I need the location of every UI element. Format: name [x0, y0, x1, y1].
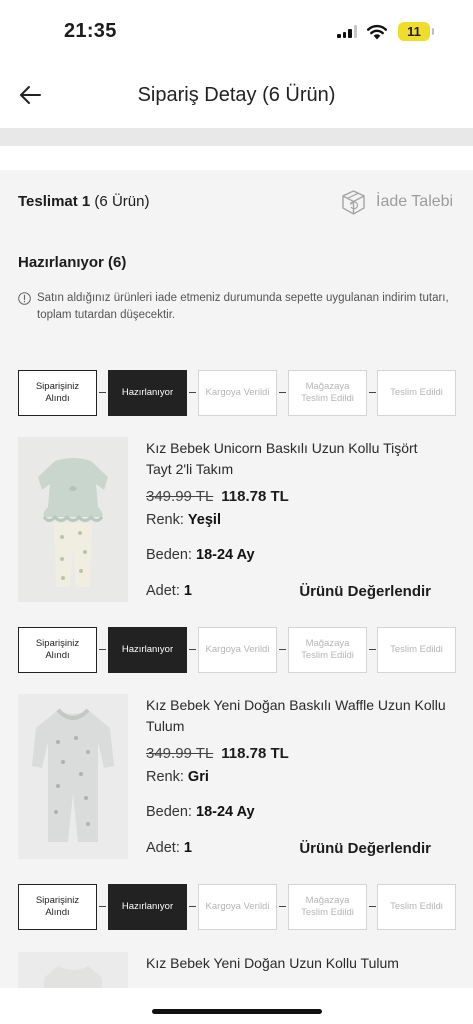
- step-connector: [189, 906, 196, 907]
- product-size: Beden: 18-24 Ay: [146, 804, 255, 820]
- product-name[interactable]: Kız Bebek Yeni Doğan Baskılı Waffle Uzun…: [146, 695, 446, 737]
- step-connector: [99, 392, 106, 393]
- info-text: Satın aldığınız ürünleri iade etmeniz du…: [37, 292, 449, 321]
- step-delivered-to-store: Mağazaya Teslim Edildi: [288, 884, 367, 930]
- step-connector: [369, 392, 376, 393]
- new-price: 118.78 TL: [221, 745, 289, 762]
- step-connector: [189, 649, 196, 650]
- divider: [0, 146, 473, 170]
- status-time: 21:35: [64, 20, 117, 42]
- page-title: Sipariş Detay (6 Ürün): [137, 84, 336, 106]
- status-bar: 21:35 11: [0, 0, 473, 62]
- header: Sipariş Detay (6 Ürün): [0, 62, 473, 128]
- review-product-button[interactable]: Ürünü Değerlendir: [299, 840, 431, 857]
- step-preparing: Hazırlanıyor: [108, 884, 187, 930]
- order-status-tracker: Siparişiniz Alındı Hazırlanıyor Kargoya …: [18, 627, 456, 673]
- return-box-icon: [342, 189, 365, 215]
- wifi-icon: [367, 24, 387, 40]
- step-order-received: Siparişiniz Alındı: [18, 884, 97, 930]
- cellular-signal-icon: [337, 25, 357, 38]
- return-request-button[interactable]: İade Talebi: [340, 187, 453, 217]
- review-product-button[interactable]: Ürünü Değerlendir: [299, 583, 431, 600]
- home-bar: [0, 988, 473, 1024]
- step-connector: [189, 392, 196, 393]
- info-icon: [18, 292, 31, 305]
- step-connector: [99, 649, 106, 650]
- old-price: 349.99 TL: [146, 745, 214, 762]
- step-preparing: Hazırlanıyor: [108, 627, 187, 673]
- order-status-tracker: Siparişiniz Alındı Hazırlanıyor Kargoya …: [18, 884, 456, 930]
- step-connector: [279, 906, 286, 907]
- step-shipped: Kargoya Verildi: [198, 884, 277, 930]
- step-connector: [369, 649, 376, 650]
- step-preparing: Hazırlanıyor: [108, 370, 187, 416]
- product-image[interactable]: [18, 952, 128, 988]
- product-quantity: Adet: 1: [146, 840, 192, 856]
- step-delivered-to-store: Mağazaya Teslim Edildi: [288, 370, 367, 416]
- step-connector: [99, 906, 106, 907]
- step-connector: [279, 649, 286, 650]
- step-order-received: Siparişiniz Alındı: [18, 627, 97, 673]
- new-price: 118.78 TL: [221, 488, 289, 505]
- product-image[interactable]: [18, 694, 128, 859]
- return-label: İade Talebi: [376, 193, 454, 210]
- step-connector: [369, 906, 376, 907]
- old-price: 349.99 TL: [146, 488, 214, 505]
- step-delivered: Teslim Edildi: [377, 884, 456, 930]
- product-price: 349.99 TL 118.78 TL: [146, 745, 289, 762]
- status-group-title: Hazırlanıyor (6): [18, 254, 127, 271]
- product-name[interactable]: Kız Bebek Unicorn Baskılı Uzun Kollu Tiş…: [146, 438, 446, 480]
- battery-icon: 11: [398, 22, 434, 41]
- product-size: Beden: 18-24 Ay: [146, 547, 255, 563]
- product-color: Renk: Gri: [146, 769, 209, 785]
- home-indicator[interactable]: [152, 1009, 322, 1014]
- step-order-received: Siparişiniz Alındı: [18, 370, 97, 416]
- product-price: 349.99 TL 118.78 TL: [146, 488, 289, 505]
- product-image[interactable]: [18, 437, 128, 602]
- step-delivered: Teslim Edildi: [377, 370, 456, 416]
- product-name[interactable]: Kız Bebek Yeni Doğan Uzun Kollu Tulum: [146, 953, 446, 974]
- delivery-title: Teslimat 1 (6 Ürün): [18, 193, 150, 210]
- step-shipped: Kargoya Verildi: [198, 370, 277, 416]
- step-connector: [279, 392, 286, 393]
- product-color: Renk: Yeşil: [146, 512, 221, 528]
- product-quantity: Adet: 1: [146, 583, 192, 599]
- divider: [0, 128, 473, 146]
- step-delivered: Teslim Edildi: [377, 627, 456, 673]
- step-delivered-to-store: Mağazaya Teslim Edildi: [288, 627, 367, 673]
- step-shipped: Kargoya Verildi: [198, 627, 277, 673]
- order-status-tracker: Siparişiniz Alındı Hazırlanıyor Kargoya …: [18, 370, 456, 416]
